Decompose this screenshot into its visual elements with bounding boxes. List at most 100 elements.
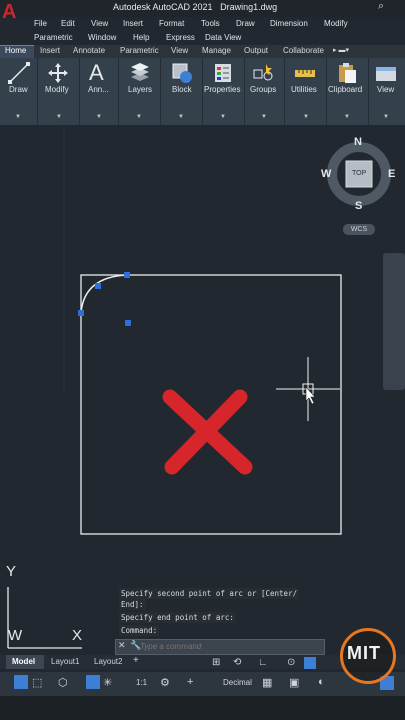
isolate-objects-icon[interactable]: ◐ [318,676,325,688]
chevron-down-icon[interactable]: ▼ [220,114,226,120]
close-command-icon[interactable]: ✕ [118,640,126,651]
chevron-down-icon[interactable]: ▼ [56,114,62,120]
chevron-down-icon[interactable]: ▼ [136,114,142,120]
polar-icon[interactable]: ⊙ [287,657,295,668]
snap-icon[interactable]: ⟲ [233,657,241,668]
annotation-visibility-icon[interactable] [86,675,100,689]
compass-south[interactable]: S [355,200,362,212]
wcs-menu[interactable]: WCS [343,224,375,235]
chevron-down-icon[interactable]: ▼ [15,114,21,120]
tab-annotate[interactable]: Annotate [73,46,105,55]
panel-label-properties: Properties [204,85,241,94]
menu-window[interactable]: Window [88,33,116,42]
grid-icon[interactable]: ⊞ [212,657,220,668]
lock-ui-icon[interactable]: ▣ [289,676,299,689]
viewcube-top-label: TOP [352,170,367,177]
panel-label-modify: Modify [45,85,69,94]
tab-insert[interactable]: Insert [40,46,60,55]
ucs-x-label: X [72,627,83,644]
menu-edit[interactable]: Edit [61,19,75,28]
auto-scale-icon[interactable]: ✳ [103,676,112,689]
file-name: Drawing1.dwg [220,2,278,12]
panel-label-draw: Draw [9,85,28,94]
tab-model[interactable]: Model [12,657,35,666]
red-x-mark [162,389,253,475]
tab-collaborate[interactable]: Collaborate [283,46,324,55]
tab-layout1[interactable]: Layout1 [51,657,79,666]
panel-label-block: Block [172,85,192,94]
menu-parametric[interactable]: Parametric [34,33,73,42]
units-selector[interactable]: Decimal [223,678,252,687]
tab-home[interactable]: Home [5,46,26,55]
menu-data-view[interactable]: Data View [205,33,241,42]
move-arrows-icon [48,63,68,83]
panel-label-layers: Layers [128,85,153,94]
menu-tools[interactable]: Tools [201,19,220,28]
menu-format[interactable]: Format [159,19,184,28]
bottom-strip [0,696,405,720]
panel-label-annotation: Ann... [88,85,109,94]
menu-express[interactable]: Express [166,33,195,42]
menu-dimension[interactable]: Dimension [270,19,308,28]
chevron-down-icon[interactable]: ▼ [178,114,184,120]
block-insert-icon [172,63,192,83]
ortho-icon[interactable]: ∟ [258,657,268,668]
menu-draw[interactable]: Draw [236,19,255,28]
grip-point[interactable] [125,320,131,326]
drawn-rectangle[interactable] [80,274,342,535]
layers-icon [131,63,149,81]
osnap-icon[interactable] [304,657,316,669]
search-icon[interactable]: ⌕ [378,0,384,13]
annotation-scale[interactable]: 1:1 [136,678,147,687]
command-history-line: End]: [119,599,146,610]
drawn-arc[interactable] [80,274,128,314]
chevron-down-icon[interactable]: ▼ [383,114,389,120]
panel-label-view: View [377,85,395,94]
crosshair-cursor-icon [276,357,340,421]
object-snap-tracking-icon[interactable] [14,675,28,689]
watermark-text: MIT [347,643,381,663]
menu-modify[interactable]: Modify [324,19,348,28]
add-icon[interactable]: + [187,676,193,688]
lineweight-icon[interactable]: ⬚ [32,676,42,689]
window-title: Autodesk AutoCAD 2021 Drawing1.dwg [113,2,277,12]
command-input[interactable] [140,640,320,652]
tab-parametric[interactable]: Parametric [120,46,159,55]
command-history-line: Specify second point of arc or [Center/ [119,588,300,599]
quick-properties-icon[interactable]: ▦ [262,676,272,689]
tab-manage[interactable]: Manage [202,46,231,55]
tab-layout2[interactable]: Layout2 [94,657,122,666]
measure-ruler-icon [295,70,315,77]
ribbon-overflow-icon[interactable]: ▸ ▬▾ [333,46,349,54]
compass-east[interactable]: E [388,168,395,180]
chevron-down-icon[interactable]: ▼ [96,114,102,120]
add-layout-icon[interactable]: + [133,655,139,666]
menu-insert[interactable]: Insert [123,19,143,28]
compass-west[interactable]: W [321,168,331,180]
panel-label-clipboard: Clipboard [328,85,363,94]
clipboard-paste-icon [339,63,356,83]
ucs-y-label: Y [6,563,17,580]
chevron-down-icon[interactable]: ▼ [303,114,309,120]
autocad-logo-icon[interactable]: A [2,2,22,22]
chevron-down-icon[interactable]: ▼ [261,114,267,120]
transparency-icon[interactable]: ⬡ [58,676,68,689]
menu-help[interactable]: Help [133,33,149,42]
tab-view[interactable]: View [171,46,188,55]
panel-label-groups: Groups [250,85,277,94]
chevron-down-icon[interactable]: ▼ [344,114,350,120]
menu-view[interactable]: View [91,19,108,28]
compass-north[interactable]: N [354,136,362,148]
view-icon [376,67,396,81]
groups-icon [253,64,273,81]
navigation-bar[interactable] [383,253,405,390]
workspace-gear-icon[interactable]: ⚙ [160,676,170,689]
app-name: Autodesk AutoCAD 2021 [113,2,213,12]
command-history-line: Command: [119,625,160,636]
grip-point[interactable] [95,283,101,289]
grip-point[interactable] [124,272,130,278]
grip-point[interactable] [78,310,84,316]
properties-palette-icon [215,64,231,82]
menu-file[interactable]: File [34,19,47,28]
tab-output[interactable]: Output [244,46,268,55]
